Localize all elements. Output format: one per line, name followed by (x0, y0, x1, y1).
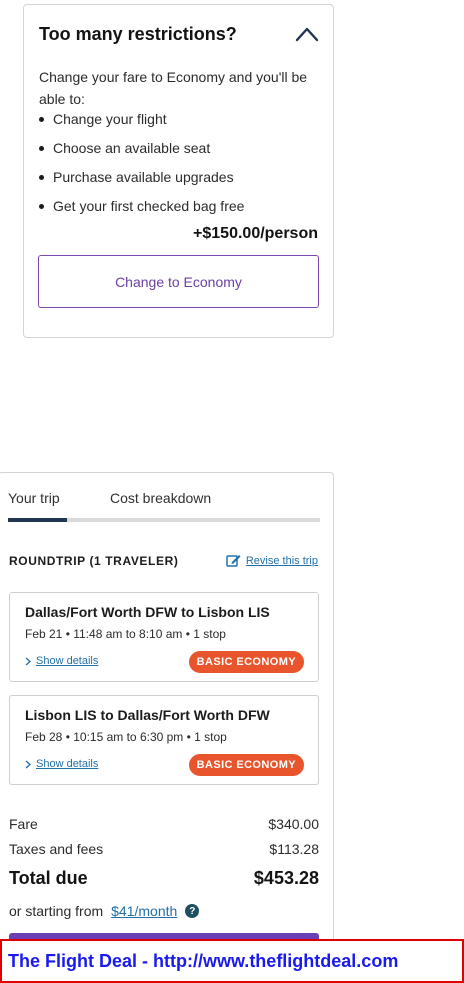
benefit-item: Choose an available seat (39, 137, 324, 166)
show-details-link[interactable]: Show details (25, 758, 98, 770)
show-details-label[interactable]: Show details (36, 758, 98, 770)
show-details-link[interactable]: Show details (25, 655, 98, 667)
fare-class-badge: BASIC ECONOMY (188, 754, 304, 776)
fare-row: Fare $340.00 (9, 816, 319, 832)
flight-route: Dallas/Fort Worth DFW to Lisbon LIS (25, 604, 270, 620)
benefits-list: Change your flight Choose an available s… (39, 108, 324, 224)
tab-your-trip[interactable]: Your trip (8, 490, 60, 506)
question-icon[interactable]: ? (185, 904, 200, 918)
watermark-banner: The Flight Deal - http://www.theflightde… (0, 939, 464, 983)
upgrade-price: +$150.00/person (193, 225, 318, 242)
flight-time: Feb 28 • 10:15 am to 6:30 pm • 1 stop (25, 730, 227, 744)
total-row: Total due $453.28 (9, 868, 319, 889)
benefit-item: Get your first checked bag free (39, 195, 324, 224)
chevron-right-icon (25, 760, 31, 768)
roundtrip-title: ROUNDTRIP (1 TRAVELER) (9, 554, 179, 568)
restrictions-intro: Change your fare to Economy and you'll b… (39, 69, 308, 107)
revise-trip-link[interactable]: Revise this trip (226, 553, 318, 568)
taxes-label: Taxes and fees (9, 841, 104, 857)
tab-cost-breakdown[interactable]: Cost breakdown (110, 490, 211, 506)
change-to-economy-button[interactable]: Change to Economy (38, 255, 319, 308)
fare-label: Fare (9, 816, 38, 832)
chevron-right-icon (25, 657, 31, 665)
show-details-label[interactable]: Show details (36, 655, 98, 667)
chevron-up-icon[interactable] (295, 25, 319, 43)
trip-summary-card: Your trip Cost breakdown ROUNDTRIP (1 TR… (0, 472, 334, 983)
flight-time: Feb 21 • 11:48 am to 8:10 am • 1 stop (25, 627, 226, 641)
restrictions-card: Too many restrictions? Change your fare … (23, 4, 334, 338)
taxes-value: $113.28 (269, 841, 319, 857)
flight-segment-return: Lisbon LIS to Dallas/Fort Worth DFW Feb … (9, 695, 319, 785)
edit-icon (226, 555, 241, 567)
restrictions-title: Too many restrictions? (39, 24, 237, 44)
total-value: $453.28 (253, 868, 319, 888)
tab-active-indicator (8, 518, 67, 522)
financing-prefix: or starting from (9, 903, 104, 919)
trip-tabs: Your trip Cost breakdown (8, 490, 321, 522)
fare-class-badge: BASIC ECONOMY (188, 651, 304, 673)
financing-row: or starting from $41/month ? (9, 903, 200, 919)
benefit-item: Purchase available upgrades (39, 166, 324, 195)
revise-trip-label[interactable]: Revise this trip (246, 555, 318, 567)
flight-route: Lisbon LIS to Dallas/Fort Worth DFW (25, 707, 270, 723)
fare-value: $340.00 (268, 816, 319, 832)
taxes-row: Taxes and fees $113.28 (9, 841, 319, 857)
monthly-price-link[interactable]: $41/month (111, 903, 177, 919)
flight-segment-outbound: Dallas/Fort Worth DFW to Lisbon LIS Feb … (9, 592, 319, 682)
total-label: Total due (9, 868, 88, 888)
watermark-text: The Flight Deal - http://www.theflightde… (8, 950, 399, 971)
benefit-item: Change your flight (39, 108, 324, 137)
